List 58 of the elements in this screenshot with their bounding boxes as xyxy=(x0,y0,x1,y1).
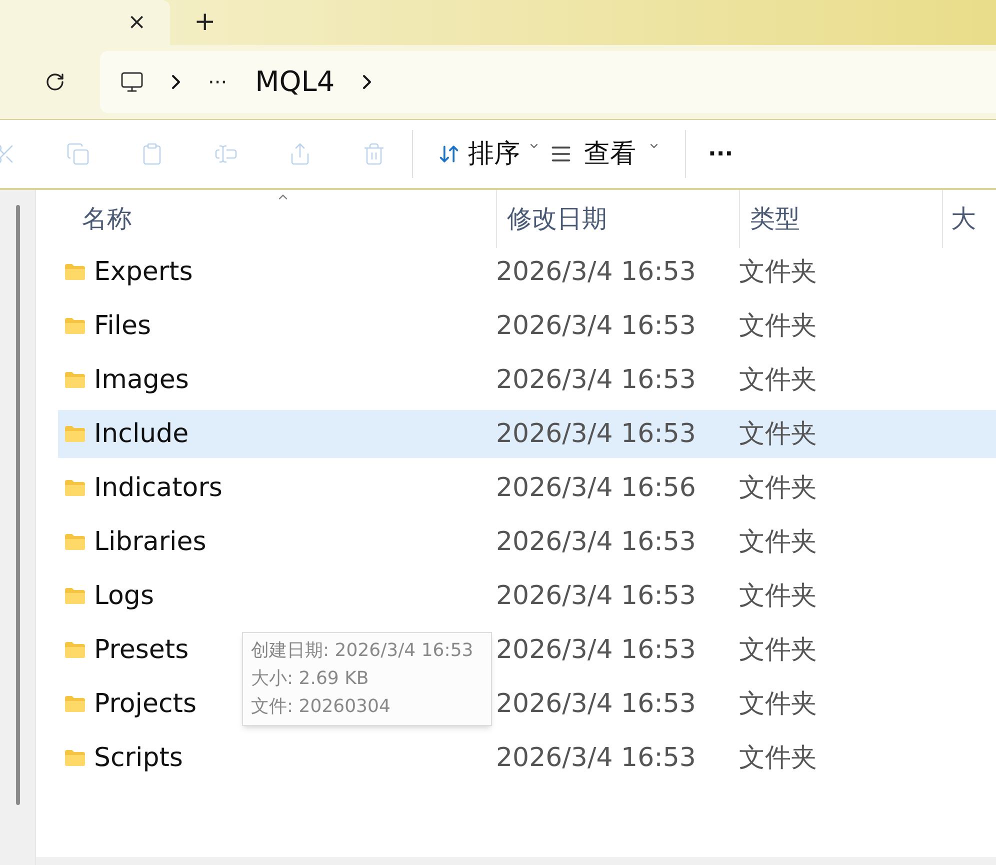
monitor-icon xyxy=(120,70,144,94)
breadcrumb-item[interactable]: MQL4 xyxy=(255,61,335,103)
file-name: Experts xyxy=(94,256,193,288)
close-tab-button[interactable]: × xyxy=(128,6,146,39)
modified-date: 2026/3/4 16:53 xyxy=(496,256,697,288)
modified-date: 2026/3/4 16:53 xyxy=(496,688,697,720)
folder-icon xyxy=(64,587,86,605)
modified-date: 2026/3/4 16:53 xyxy=(496,418,697,450)
breadcrumb-more[interactable]: ··· xyxy=(208,67,228,97)
file-name: Logs xyxy=(94,580,154,612)
address-bar[interactable]: ··· MQL4 xyxy=(100,51,996,113)
view-button[interactable]: 查看 xyxy=(550,134,660,174)
new-tab-button[interactable]: + xyxy=(194,0,216,45)
folder-icon xyxy=(64,263,86,281)
folder-icon xyxy=(64,317,86,335)
file-name: Scripts xyxy=(94,742,183,774)
folder-icon xyxy=(64,479,86,497)
modified-date: 2026/3/4 16:53 xyxy=(496,742,697,774)
file-type: 文件夹 xyxy=(739,742,817,774)
more-button[interactable]: ··· xyxy=(708,138,734,170)
file-name: Libraries xyxy=(94,526,206,558)
file-type: 文件夹 xyxy=(739,364,817,396)
file-type: 文件夹 xyxy=(739,472,817,504)
modified-date: 2026/3/4 16:56 xyxy=(496,472,697,504)
folder-icon xyxy=(64,371,86,389)
modified-date: 2026/3/4 16:53 xyxy=(496,580,697,612)
file-name: Presets xyxy=(94,634,189,666)
modified-date: 2026/3/4 16:53 xyxy=(496,310,697,342)
file-type: 文件夹 xyxy=(739,580,817,612)
modified-date: 2026/3/4 16:53 xyxy=(496,526,697,558)
file-type: 文件夹 xyxy=(739,634,817,666)
tooltip-line: 文件: 20260304 xyxy=(251,695,392,719)
file-type: 文件夹 xyxy=(739,418,817,450)
tab[interactable]: × xyxy=(0,0,170,45)
file-type: 文件夹 xyxy=(739,256,817,288)
file-name: Include xyxy=(94,418,189,450)
file-row[interactable]: Include 2026/3/4 16:53 文件夹 xyxy=(58,410,996,458)
folder-icon xyxy=(64,641,86,659)
sort-icon xyxy=(438,143,460,165)
folder-icon xyxy=(64,425,86,443)
refresh-icon[interactable] xyxy=(45,72,65,92)
scrollbar-thumb[interactable] xyxy=(16,205,20,805)
folder-icon xyxy=(64,695,86,713)
folder-icon xyxy=(64,533,86,551)
sort-button[interactable]: 排序 xyxy=(438,134,540,174)
file-name: Indicators xyxy=(94,472,222,504)
file-type: 文件夹 xyxy=(739,688,817,720)
modified-date: 2026/3/4 16:53 xyxy=(496,634,697,666)
folder-icon xyxy=(64,749,86,767)
file-name: Files xyxy=(94,310,152,342)
tooltip-line: 创建日期: 2026/3/4 16:53 xyxy=(251,639,474,663)
modified-date: 2026/3/4 16:53 xyxy=(496,364,697,396)
file-type: 文件夹 xyxy=(739,526,817,558)
file-type: 文件夹 xyxy=(739,310,817,342)
horizontal-scrollbar[interactable] xyxy=(36,857,996,865)
file-name: Projects xyxy=(94,688,197,720)
file-name: Images xyxy=(94,364,189,396)
column-header[interactable]: 名称 xyxy=(36,200,496,238)
